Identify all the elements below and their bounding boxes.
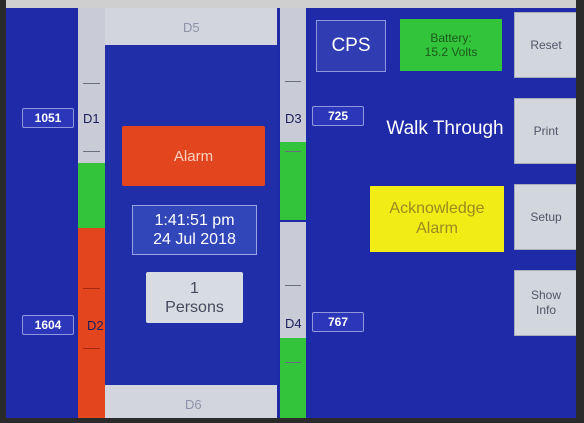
acknowledge-line2: Alarm (416, 220, 458, 237)
door-d2-label: D2 (87, 318, 104, 333)
print-label: Print (533, 123, 559, 138)
battery-voltage: 15.2 Volts (424, 45, 478, 59)
alarm-label: Alarm (173, 147, 214, 165)
door-d1-count: 1051 (22, 108, 74, 128)
door-d1-label: D1 (83, 111, 100, 126)
door-d3-label: D3 (285, 111, 302, 126)
door-d3-active-segment (280, 142, 306, 220)
door-d2-count: 1604 (22, 315, 74, 335)
door-d5-strip: D5 (105, 8, 277, 46)
persons-label: Persons (165, 298, 224, 316)
bezel-top (0, 0, 584, 8)
setup-button[interactable]: Setup (514, 184, 578, 250)
persons-counter[interactable]: 1 Persons (146, 272, 243, 323)
clock-time: 1:41:51 pm (154, 212, 235, 229)
reset-button[interactable]: Reset (514, 12, 578, 78)
clock-display: 1:41:51 pm 24 Jul 2018 (132, 205, 257, 255)
cps-label: CPS (331, 35, 371, 56)
cps-button[interactable]: CPS (316, 20, 386, 72)
setup-label: Setup (530, 209, 562, 224)
battery-status: Battery: 15.2 Volts (400, 19, 502, 71)
mode-label: Walk Through (386, 118, 504, 139)
kiosk-screen: D5 D1 D2 D3 D4 D6 1051 1604 725 767 Alar… (0, 0, 584, 423)
door-d3-count: 725 (312, 106, 364, 126)
door-d4-active-segment (280, 338, 306, 418)
show-info-line1: Show (530, 288, 562, 302)
reset-label: Reset (530, 37, 562, 52)
print-button[interactable]: Print (514, 98, 578, 164)
acknowledge-alarm-button[interactable]: Acknowledge Alarm (370, 186, 504, 252)
door-d6-strip: D6 (105, 385, 277, 418)
door-d6-label: D6 (185, 397, 202, 412)
show-info-button[interactable]: Show Info (514, 270, 578, 336)
alarm-indicator[interactable]: Alarm (122, 126, 265, 186)
door-d4-count: 767 (312, 312, 364, 332)
persons-count: 1 (190, 279, 199, 297)
clock-date: 24 Jul 2018 (153, 231, 236, 248)
bezel-left (0, 0, 6, 423)
battery-label: Battery: (430, 31, 472, 45)
show-info-line2: Info (535, 303, 556, 317)
bezel-right (576, 0, 584, 423)
acknowledge-line1: Acknowledge (389, 200, 485, 217)
door-d1-active-segment (78, 163, 105, 228)
bezel-bottom (0, 418, 584, 423)
door-d4-label: D4 (285, 316, 302, 331)
door-d5-label: D5 (183, 20, 200, 35)
